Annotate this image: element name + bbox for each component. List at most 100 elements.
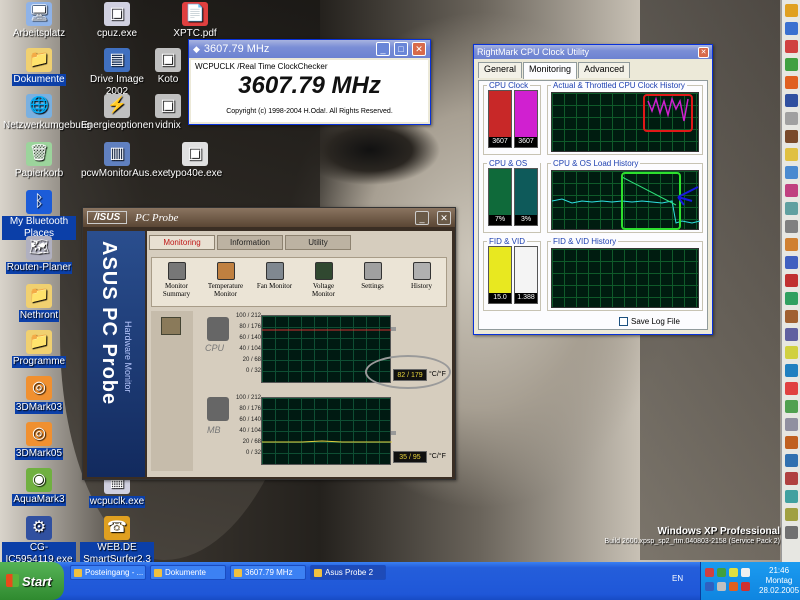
start-button[interactable]: Start — [0, 562, 64, 600]
save-log-checkbox[interactable] — [619, 317, 628, 326]
quicklaunch-icon[interactable] — [784, 58, 798, 71]
load-history-graph — [551, 170, 701, 230]
taskbar-button-clock[interactable]: 3607.79 MHz — [230, 565, 306, 580]
quicklaunch-icon[interactable] — [784, 418, 798, 431]
clock-checker-window[interactable]: ◆ 3607.79 MHz _ □ ✕ WCPUCLK /Real Time C… — [188, 39, 431, 125]
maximize-button[interactable]: □ — [394, 42, 408, 56]
desktop-icon-arbeitsplatz[interactable]: 🖥 Arbeitsplatz — [2, 2, 76, 40]
close-button[interactable]: ✕ — [412, 42, 426, 56]
app-icon: ◆ — [193, 43, 200, 54]
tab-monitoring[interactable]: Monitoring — [523, 62, 578, 79]
quicklaunch-icon[interactable] — [784, 22, 798, 35]
desktop-icon-3dmark03[interactable]: ◎ 3DMark03 — [2, 376, 76, 414]
minimize-button[interactable]: _ — [415, 210, 429, 225]
tab-information[interactable]: Information — [217, 235, 283, 250]
tray-icon[interactable] — [729, 568, 738, 577]
taskbar-button-posteingang[interactable]: Posteingang - ... — [70, 565, 146, 580]
quicklaunch-icon[interactable] — [784, 40, 798, 53]
quicklaunch-icon[interactable] — [784, 256, 798, 269]
tab-monitoring[interactable]: Monitoring — [149, 235, 215, 250]
quicklaunch-icon[interactable] — [784, 184, 798, 197]
monitor-summary-button[interactable]: Monitor Summary — [155, 262, 199, 298]
quicklaunch-icon[interactable] — [784, 310, 798, 323]
quicklaunch-icon[interactable] — [784, 274, 798, 287]
pc-probe-window[interactable]: /ISUS PC Probe _ ✕ ASUS PC Probe Hardwar… — [82, 207, 456, 480]
title-bar[interactable]: RightMark CPU Clock Utility ✕ — [474, 45, 712, 59]
history-button[interactable]: History — [400, 262, 444, 290]
desktop-icon-routenplaner[interactable]: 🗺 Routen-Planer — [2, 236, 76, 274]
tab-general[interactable]: General — [478, 62, 523, 78]
quicklaunch-icon[interactable] — [784, 472, 798, 485]
quicklaunch-icon[interactable] — [784, 454, 798, 467]
desktop-icon-papierkorb[interactable]: 🗑 Papierkorb — [2, 142, 76, 180]
quicklaunch-icon[interactable] — [784, 148, 798, 161]
desktop-icon-typo40e[interactable]: ▣ typo40e.exe — [158, 142, 232, 180]
tray-icon[interactable] — [717, 582, 726, 591]
desktop-icon-energieoptionen[interactable]: ⚡ Energieoptionen — [80, 94, 154, 132]
desktop-icon-cg-ic[interactable]: ⚙ CG-IC5954119.exe — [2, 516, 76, 562]
tray-icon[interactable] — [741, 582, 750, 591]
clock[interactable]: 21:46 Montag 28.02.2005 — [759, 566, 799, 596]
tray-icon[interactable] — [705, 568, 714, 577]
quicklaunch-icon[interactable] — [784, 400, 798, 413]
title-bar[interactable]: ◆ 3607.79 MHz _ □ ✕ — [189, 40, 430, 58]
quicklaunch-icon[interactable] — [784, 220, 798, 233]
desktop-icon-driveimage[interactable]: ▤ Drive Image 2002 — [80, 48, 154, 98]
close-button[interactable]: ✕ — [437, 210, 451, 225]
quicklaunch-icon[interactable] — [784, 292, 798, 305]
quicklaunch-icon[interactable] — [784, 166, 798, 179]
temperature-nav-icon[interactable] — [161, 317, 181, 335]
quicklaunch-icon[interactable] — [784, 328, 798, 341]
fan-monitor-button[interactable]: Fan Monitor — [253, 262, 297, 290]
desktop-icon-bluetooth[interactable]: ᛒ My Bluetooth Places — [2, 190, 76, 240]
quicklaunch-icon[interactable] — [784, 130, 798, 143]
title-bar[interactable]: /ISUS PC Probe _ ✕ — [83, 208, 455, 227]
desktop-icon-xptc[interactable]: 📄 XPTC.pdf — [158, 2, 232, 40]
desktop-icon-cpuz[interactable]: ▣ cpuz.exe — [80, 2, 154, 40]
quicklaunch-icon[interactable] — [784, 202, 798, 215]
close-button[interactable]: ✕ — [698, 46, 709, 58]
quicklaunch-icon[interactable] — [784, 112, 798, 125]
desktop-icon-koto[interactable]: ▣ Koto — [144, 48, 192, 86]
temperature-monitor-button[interactable]: Temperature Monitor — [204, 262, 248, 298]
quicklaunch-icon[interactable] — [784, 382, 798, 395]
tray-icon[interactable] — [705, 582, 714, 591]
mb-slider[interactable] — [391, 431, 396, 435]
rightmark-window[interactable]: RightMark CPU Clock Utility ✕ General Mo… — [473, 44, 713, 335]
desktop-icon-dokumente[interactable]: 📁 Dokumente — [2, 48, 76, 86]
desktop-icon-webde[interactable]: ☎ WEB.DE SmartSurfer2.3 — [80, 516, 154, 562]
desktop-icon-3dmark05[interactable]: ◎ 3DMark05 — [2, 422, 76, 460]
quicklaunch-icon[interactable] — [784, 490, 798, 503]
quicklaunch-icon[interactable] — [784, 436, 798, 449]
taskbar-button-dokumente[interactable]: Dokumente — [150, 565, 226, 580]
minimize-button[interactable]: _ — [376, 42, 390, 56]
save-log-option[interactable]: Save Log File — [619, 317, 680, 326]
quicklaunch-icon[interactable] — [784, 346, 798, 359]
language-indicator[interactable]: EN — [672, 574, 683, 583]
desktop-icon-pcwmonitor[interactable]: ▥ pcwMonitorAus.exe — [80, 142, 168, 180]
quicklaunch-icon[interactable] — [784, 76, 798, 89]
desktop-icon-netzwerkumgebung[interactable]: 🌐 Netzwerkumgebung — [2, 94, 92, 132]
mhz-readout: 3607.79 MHz — [238, 72, 381, 99]
tray-icon[interactable] — [741, 568, 750, 577]
desktop-icon-aquamark3[interactable]: ◉ AquaMark3 — [2, 468, 76, 506]
tab-utility[interactable]: Utility — [285, 235, 351, 250]
quicklaunch-icon[interactable] — [784, 508, 798, 521]
vid-bar: 1.388 — [514, 246, 538, 304]
desktop-icon-programme[interactable]: 📁 Programme — [2, 330, 76, 368]
quicklaunch-icon[interactable] — [784, 94, 798, 107]
quicklaunch-icon[interactable] — [784, 526, 798, 539]
tab-advanced[interactable]: Advanced — [578, 62, 631, 78]
quicklaunch-icon[interactable] — [784, 4, 798, 17]
voltage-monitor-button[interactable]: Voltage Monitor — [302, 262, 346, 298]
settings-button[interactable]: Settings — [351, 262, 395, 290]
desktop-icon-vidnix[interactable]: ▣ vidnix — [144, 94, 192, 132]
quicklaunch-icon[interactable] — [784, 238, 798, 251]
tray-icon[interactable] — [717, 568, 726, 577]
quicklaunch-icon[interactable] — [784, 364, 798, 377]
cpu-slider[interactable] — [391, 327, 396, 331]
taskbar-button-asus-probe[interactable]: Asus Probe 2 — [310, 565, 386, 580]
tray-icon[interactable] — [729, 582, 738, 591]
mb-temp-graph — [261, 397, 392, 465]
desktop-icon-nethront[interactable]: 📁 Nethront — [2, 284, 76, 322]
